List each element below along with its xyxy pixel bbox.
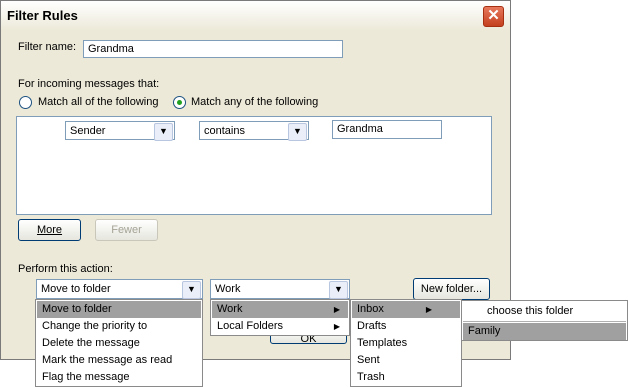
filter-name-label: Filter name:: [18, 41, 77, 53]
action-option[interactable]: Move to folder: [37, 301, 201, 318]
action-option[interactable]: Change the priority to: [37, 318, 201, 335]
more-button-label: More: [36, 224, 63, 236]
dialog-title: Filter Rules: [7, 8, 78, 23]
menu-item-trash[interactable]: Trash: [352, 369, 460, 386]
chevron-right-icon: ▶: [425, 305, 432, 314]
fewer-button-label: Fewer: [111, 224, 142, 236]
incoming-label: For incoming messages that:: [18, 78, 160, 90]
match-any-label: Match any of the following: [191, 96, 319, 108]
chevron-right-icon: ▶: [333, 322, 340, 331]
match-any-radio[interactable]: [173, 96, 186, 109]
action-select-value: Move to folder: [41, 283, 111, 295]
action-option[interactable]: Mark the message as read: [37, 352, 201, 369]
choose-this-folder-item[interactable]: choose this folder: [463, 303, 626, 320]
menu-item-templates[interactable]: Templates: [352, 335, 460, 352]
chevron-down-icon: ▼: [288, 123, 307, 141]
menu-item-family[interactable]: Family: [463, 323, 626, 340]
chevron-down-icon: ▼: [182, 281, 201, 299]
folder-select[interactable]: Work ▼: [210, 279, 350, 299]
fewer-button[interactable]: Fewer: [95, 219, 158, 241]
new-folder-button[interactable]: New folder...: [413, 278, 490, 300]
menu-item-drafts[interactable]: Drafts: [352, 318, 460, 335]
menu-item-local-folders[interactable]: Local Folders ▶: [212, 318, 348, 335]
chevron-right-icon: ▶: [333, 305, 340, 314]
action-option[interactable]: Flag the message: [37, 369, 201, 386]
rule-operator-value: contains: [204, 125, 245, 137]
rule-field-value: Sender: [70, 125, 106, 137]
menu-item-label: Work: [217, 303, 243, 315]
chevron-down-icon: ▼: [329, 281, 348, 299]
more-button[interactable]: More: [18, 219, 81, 241]
menu-item-work[interactable]: Work ▶: [212, 301, 348, 318]
perform-action-label: Perform this action:: [18, 263, 113, 275]
action-select[interactable]: Move to folder ▼: [36, 279, 203, 299]
new-folder-label: New folder...: [420, 283, 483, 295]
action-option[interactable]: Delete the message: [37, 335, 201, 352]
rule-operator-select[interactable]: contains ▼: [199, 121, 309, 141]
inbox-submenu: choose this folder Family: [461, 300, 628, 341]
rule-field-select[interactable]: Sender ▼: [65, 121, 175, 141]
menu-item-inbox[interactable]: Inbox ▶: [352, 301, 460, 318]
chevron-down-icon: ▼: [154, 123, 173, 141]
rule-value-input[interactable]: Grandma: [332, 120, 442, 139]
folder-select-value: Work: [215, 283, 241, 295]
action-dropdown-list: Move to folder Change the priority to De…: [35, 299, 203, 387]
close-icon: ✕: [487, 7, 500, 24]
match-all-radio[interactable]: [19, 96, 32, 109]
menu-item-label: Local Folders: [217, 320, 284, 332]
menu-item-label: Inbox: [357, 303, 384, 315]
folder-account-menu: Work ▶ Local Folders ▶: [210, 299, 350, 336]
menu-item-sent[interactable]: Sent: [352, 352, 460, 369]
menu-separator: [463, 321, 626, 322]
match-all-label: Match all of the following: [38, 96, 159, 108]
work-folders-menu: Inbox ▶ Drafts Templates Sent Trash: [350, 299, 462, 387]
filter-name-input[interactable]: Grandma: [83, 40, 343, 58]
close-button[interactable]: ✕: [483, 6, 504, 27]
